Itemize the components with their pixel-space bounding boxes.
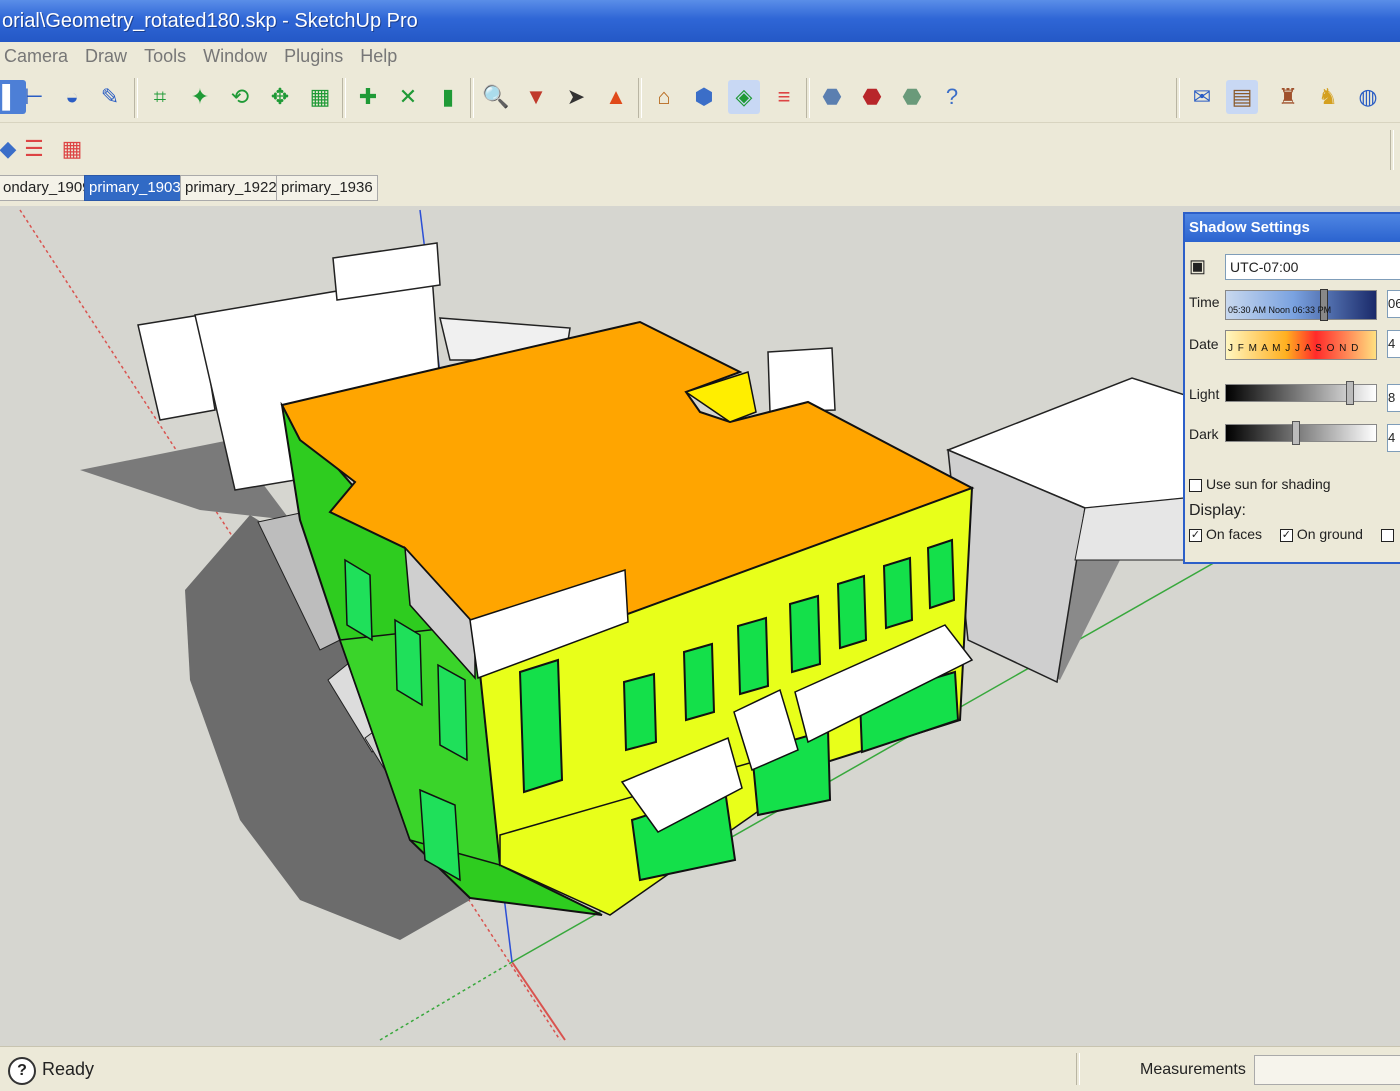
on-faces-label: On faces [1206,526,1263,542]
back-box-5 [767,347,836,413]
display-label: Display: [1189,502,1246,519]
look-around-icon[interactable]: ▲ [600,80,632,114]
scene-tab-primary-1936[interactable]: primary_1936 [276,175,378,201]
dark-label: Dark [1189,426,1219,442]
hidden-line-icon[interactable]: ≡ [768,80,800,114]
light-label: Light [1189,386,1220,402]
left-window-3 [437,663,468,762]
google-earth-icon[interactable]: ♞ [1312,80,1344,114]
menu-bar: Camera Draw Tools Window Plugins Help [0,42,1400,72]
on-ground-checkbox[interactable]: ✓ [1279,528,1293,542]
light-value[interactable]: 8 [1387,384,1400,412]
display-options: ✓ On faces ✓ On ground [1189,526,1398,542]
shaded-icon[interactable]: ⬣ [816,80,848,114]
dark-slider-thumb[interactable] [1292,421,1300,445]
light-slider[interactable] [1225,381,1377,405]
shadow-settings-title: Shadow Settings [1185,214,1400,242]
scenes-icon[interactable]: ▦ [56,132,88,166]
menu-draw[interactable]: Draw [81,42,135,67]
timezone-dropdown[interactable]: UTC-07:00 [1225,254,1400,280]
scene-tabs: ondary_1909 primary_1903 primary_1922 pr… [0,172,1400,202]
date-label: Date [1189,336,1219,352]
shadow-toggle-icon[interactable]: ▣ [1189,256,1206,277]
time-value[interactable]: 06 [1387,290,1400,318]
position-camera-icon[interactable]: ▼ [520,80,552,114]
status-bar: ? Ready Measurements [0,1046,1400,1091]
status-text: Ready [42,1059,95,1079]
back-edges-icon[interactable]: ⬢ [688,80,720,114]
menu-plugins[interactable]: Plugins [280,42,351,67]
menu-camera[interactable]: Camera [0,42,76,67]
zoom-extents-icon[interactable]: ✕ [392,80,424,114]
text-icon[interactable]: ✎ [94,80,126,114]
previous-view-icon[interactable]: 🔍 [480,80,512,114]
iso-view-icon[interactable]: ? [936,80,968,114]
outliner-icon[interactable]: ☰ [18,132,50,166]
walk-icon[interactable]: ➤ [560,80,592,114]
globe-icon[interactable]: ◍ [1352,80,1384,114]
share-component-icon[interactable]: ♜ [1272,80,1304,114]
from-edges-checkbox[interactable] [1380,528,1394,542]
front-window-7 [882,556,914,630]
zoom-icon[interactable]: ▦ [304,80,336,114]
use-sun-checkbox-row[interactable]: Use sun for shading [1189,476,1331,492]
on-ground-label: On ground [1296,526,1363,542]
on-faces-checkbox[interactable]: ✓ [1189,528,1202,542]
section-plane-icon[interactable]: ▮ [432,80,464,114]
measurements-input[interactable] [1254,1055,1400,1085]
main-toolbar: ▌ ⊢ ◒ ✎ ⌗ ✦ ⟲ ✥ ▦ ✚ ✕ ▮ 🔍 ▼ ➤ ▲ ⌂ ⬢ ◈ ≡ … [0,72,1400,123]
scene-tab-primary-1922[interactable]: primary_1922 [180,175,282,201]
wireframe-icon[interactable]: ◈ [728,80,760,114]
date-scale: J F M A M J J A S O N D [1228,343,1360,354]
time-scale: 05:30 AM Noon 06:33 PM [1228,305,1332,315]
shadow-settings-panel: Shadow Settings ▣ UTC-07:00 Time 05:30 A… [1183,212,1400,564]
scene-tab-primary-1903[interactable]: primary_1903 [84,175,186,201]
time-label: Time [1189,294,1220,310]
front-window-8 [926,538,956,610]
zoom-window-icon[interactable]: ✚ [352,80,384,114]
front-window-1 [518,658,564,794]
front-window-6 [836,574,868,650]
menu-help[interactable]: Help [356,42,405,67]
xray-icon[interactable]: ⌂ [648,80,680,114]
red-axis-solid [511,961,566,1041]
pan-icon[interactable]: ✥ [264,80,296,114]
share-model-icon[interactable]: ▤ [1226,80,1258,114]
protractor-icon[interactable]: ◒ [56,80,88,114]
time-slider[interactable]: 05:30 AM Noon 06:33 PM [1225,289,1377,321]
right-box-front [1074,497,1186,561]
dark-slider[interactable] [1225,421,1377,445]
3d-text-icon[interactable]: ✦ [184,80,216,114]
window-title: orial\Geometry_rotated180.skp - SketchUp… [2,10,418,32]
help-icon[interactable]: ? [8,1057,36,1085]
use-sun-label: Use sun for shading [1206,476,1331,492]
get-models-icon[interactable]: ✉ [1186,80,1218,114]
green-axis-dashed [379,961,513,1041]
front-window-3 [682,642,716,722]
scene-tab-secondary-1909[interactable]: ondary_1909 [0,175,96,201]
dark-value[interactable]: 4 [1387,424,1400,452]
date-value[interactable]: 4 [1387,330,1400,358]
front-window-5 [788,594,822,674]
menu-window[interactable]: Window [199,42,275,67]
front-window-2 [622,672,658,752]
front-window-4 [736,616,770,696]
orbit-icon[interactable]: ⟲ [224,80,256,114]
date-slider[interactable]: J F M A M J J A S O N D [1225,330,1377,360]
dimension-icon[interactable]: ⊢ [18,80,50,114]
axes-icon[interactable]: ⌗ [144,80,176,114]
shaded-textures-icon[interactable]: ⬣ [856,80,888,114]
menu-tools[interactable]: Tools [140,42,194,67]
measurements-label: Measurements [1140,1061,1246,1078]
use-sun-checkbox[interactable] [1189,478,1202,492]
light-slider-thumb[interactable] [1346,381,1354,405]
window-titlebar: orial\Geometry_rotated180.skp - SketchUp… [0,0,1400,42]
monochrome-icon[interactable]: ⬣ [896,80,928,114]
secondary-toolbar: ◆ ☰ ▦ [0,124,1400,172]
